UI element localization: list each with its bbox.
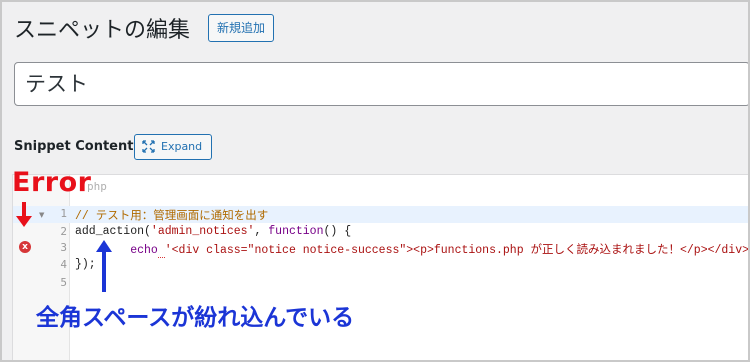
expand-button[interactable]: Expand [134,134,213,160]
fullwidth-space-marker [157,244,165,258]
red-down-arrow-icon [16,202,32,227]
line-number: 2 [60,225,67,238]
snippet-content-label: Snippet Content [14,139,134,154]
code-rest: () { [323,225,352,238]
expand-button-label: Expand [161,140,203,153]
code-editor[interactable]: php 1 2 3 4 5 ▼ x // テスト用：管理画面に通知を出す add… [12,174,750,360]
line-number: 1 [60,207,67,220]
code-string: 'admin_notices' [150,225,255,238]
screenshot-frame: スニペットの編集 新規追加 テスト Snippet Content Expand… [0,0,750,362]
fullwidth-space-annotation: 全角スペースが紛れ込んでいる [36,305,355,331]
line-number: 5 [60,276,67,289]
code-line-4: }); [75,258,96,271]
code-line-2: add_action('admin_notices', function() { [75,225,351,238]
code-comment: // テスト用：管理画面に通知を出す [75,210,269,223]
error-icon[interactable]: x [19,241,31,253]
code-line-3: echo '<div class="notice notice-success"… [75,241,750,258]
line-number: 3 [60,241,67,254]
code-close: }); [75,258,96,271]
code-keyword: function [268,225,324,238]
fold-arrow-icon[interactable]: ▼ [39,211,44,219]
code-paren: ( [144,225,151,238]
page-title: スニペットの編集 [14,18,191,43]
code-line-1: // テスト用：管理画面に通知を出す [75,207,268,223]
blue-up-arrow-icon [96,240,112,292]
expand-icon [142,140,155,153]
code-echo: echo [130,244,158,257]
add-new-button[interactable]: 新規追加 [208,14,275,42]
code-function: add_action [75,225,145,238]
code-html-string: '<div class="notice notice-success"><p>f… [164,244,750,257]
code-separator: , [254,225,269,238]
line-number: 4 [60,258,67,271]
snippet-title-input[interactable]: テスト [14,62,748,106]
error-annotation: Error [12,167,92,198]
